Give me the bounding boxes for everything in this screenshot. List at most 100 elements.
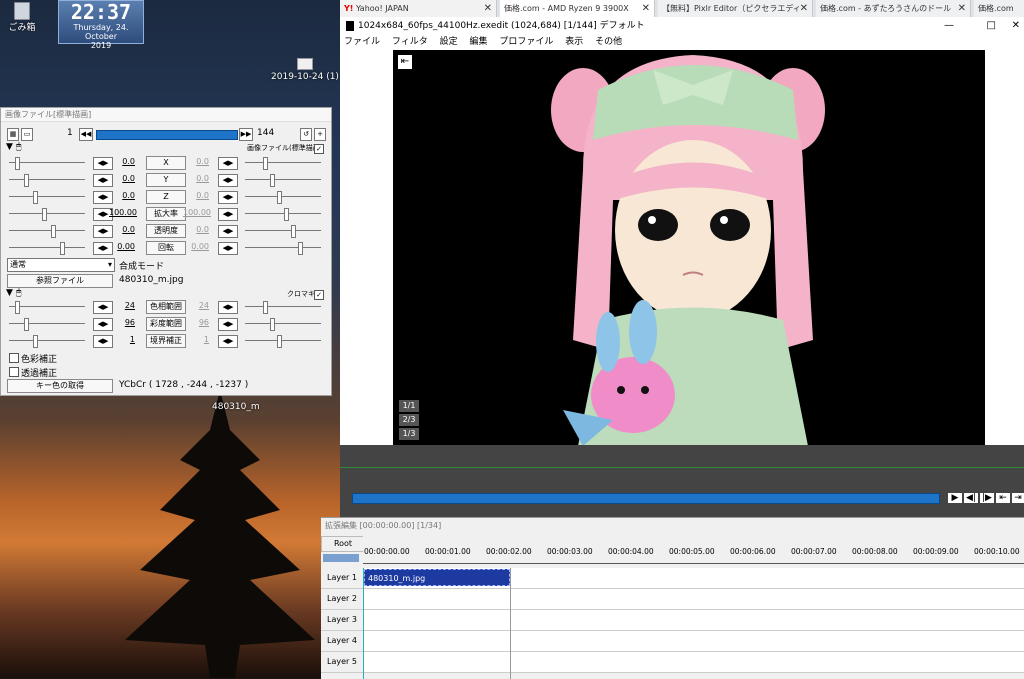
layer-label[interactable]: Layer 5 <box>321 652 363 673</box>
collapse-icon[interactable]: ▼ <box>6 142 13 152</box>
menu-filter[interactable]: フィルタ <box>392 37 428 47</box>
left-right-arrow-icon[interactable]: ◀▶ <box>218 174 238 187</box>
add-icon[interactable]: + <box>314 128 326 141</box>
menu-settings[interactable]: 設定 <box>440 37 458 47</box>
param-end-value[interactable]: 0.00 <box>183 242 209 251</box>
param-start-value[interactable]: 0.0 <box>109 191 135 200</box>
frame-marker[interactable]: 1/3 <box>399 428 419 440</box>
jump-end-icon[interactable]: ⇥ <box>1012 493 1024 503</box>
slider-knob[interactable] <box>270 318 275 331</box>
section-enable-checkbox[interactable]: ✓ <box>314 144 324 154</box>
timeline-clip[interactable]: 480310_m.jpg <box>364 569 510 586</box>
close-tab-icon[interactable]: ✕ <box>800 0 808 17</box>
param-slider-left[interactable] <box>9 340 85 341</box>
param-end-value[interactable]: 100.00 <box>183 208 211 217</box>
param-button[interactable]: 回転 <box>146 241 186 255</box>
param-slider-right[interactable] <box>245 323 321 324</box>
close-icon[interactable]: ✕ <box>1012 17 1020 35</box>
left-right-arrow-icon[interactable]: ◀▶ <box>218 242 238 255</box>
close-tab-icon[interactable]: ✕ <box>958 0 966 17</box>
root-button[interactable]: Root <box>321 536 365 552</box>
param-slider-right[interactable] <box>245 340 321 341</box>
param-end-value[interactable]: 96 <box>183 318 209 327</box>
layer-label[interactable]: Layer 4 <box>321 631 363 652</box>
param-slider-right[interactable] <box>245 230 321 231</box>
preview-canvas[interactable]: ⇤ 1/1 2/3 1/3 <box>393 50 985 446</box>
layer-track[interactable] <box>363 589 1024 610</box>
param-slider-right[interactable] <box>245 213 321 214</box>
left-right-arrow-icon[interactable]: ◀▶ <box>218 157 238 170</box>
slider-knob[interactable] <box>270 174 275 187</box>
forward-icon[interactable]: ▶▶ <box>239 128 253 141</box>
next-frame-icon[interactable]: |▶ <box>980 493 994 503</box>
slider-knob[interactable] <box>291 225 296 238</box>
trash-desktop-icon[interactable]: ごみ箱 <box>8 2 36 33</box>
param-button[interactable]: Y <box>146 173 186 187</box>
link-icon[interactable]: ↺ <box>300 128 312 141</box>
param-start-value[interactable]: 1 <box>109 335 135 344</box>
key-color-button[interactable]: キー色の取得 <box>7 379 113 393</box>
param-end-value[interactable]: 0.0 <box>183 174 209 183</box>
layer-track[interactable] <box>363 610 1024 631</box>
slider-knob[interactable] <box>15 301 20 314</box>
ref-file-button[interactable]: 参照ファイル <box>7 274 113 288</box>
layer-label[interactable]: Layer 2 <box>321 589 363 610</box>
folder-desktop-icon[interactable]: 2019-10-24 (1) <box>270 58 340 82</box>
param-start-value[interactable]: 24 <box>109 301 135 310</box>
rewind-icon[interactable]: ◀◀ <box>79 128 93 141</box>
back-to-start-icon[interactable]: ⇤ <box>397 54 413 70</box>
param-slider-left[interactable] <box>9 179 85 180</box>
close-tab-icon[interactable]: ✕ <box>642 0 650 17</box>
slider-knob[interactable] <box>277 335 282 348</box>
frame-marker[interactable]: 1/1 <box>399 400 419 412</box>
collapse-icon[interactable]: ▼ <box>6 288 13 298</box>
param-slider-left[interactable] <box>9 306 85 307</box>
jump-start-icon[interactable]: ⇤ <box>996 493 1010 503</box>
param-button[interactable]: 色相範囲 <box>146 300 186 314</box>
layer-track[interactable] <box>363 652 1024 673</box>
minimize-icon[interactable]: — <box>944 17 954 35</box>
layer-track[interactable] <box>363 631 1024 652</box>
slider-knob[interactable] <box>284 208 289 221</box>
playhead[interactable] <box>363 568 364 679</box>
layer-label[interactable]: Layer 3 <box>321 610 363 631</box>
left-right-arrow-icon[interactable]: ◀▶ <box>218 335 238 348</box>
slider-knob[interactable] <box>263 301 268 314</box>
prev-frame-icon[interactable]: ◀| <box>964 493 978 503</box>
left-right-arrow-icon[interactable]: ◀▶ <box>218 318 238 331</box>
browser-tab[interactable]: Y! Yahoo! JAPAN ✕ <box>340 0 497 17</box>
param-slider-left[interactable] <box>9 323 85 324</box>
browser-tab[interactable]: 【無料】Pixlr Editor（ピクセラエディ ✕ <box>658 0 813 17</box>
file-desktop-label[interactable]: 480310_m <box>212 402 260 412</box>
left-right-arrow-icon[interactable]: ◀▶ <box>218 301 238 314</box>
param-slider-left[interactable] <box>9 162 85 163</box>
param-end-value[interactable]: 0.0 <box>183 157 209 166</box>
left-right-arrow-icon[interactable]: ◀▶ <box>218 208 238 221</box>
param-slider-right[interactable] <box>245 162 321 163</box>
layer-label[interactable]: Layer 1 <box>321 568 363 589</box>
film-icon[interactable]: ▦ <box>7 128 19 141</box>
menu-profile[interactable]: プロファイル <box>499 37 553 47</box>
slider-knob[interactable] <box>60 242 65 255</box>
param-slider-right[interactable] <box>245 306 321 307</box>
menu-file[interactable]: ファイル <box>344 37 380 47</box>
slider-knob[interactable] <box>15 157 20 170</box>
param-slider-left[interactable] <box>9 213 85 214</box>
frame-slider[interactable] <box>96 130 238 140</box>
param-slider-left[interactable] <box>9 247 85 248</box>
param-button[interactable]: 拡大率 <box>146 207 186 221</box>
param-start-value[interactable]: 0.0 <box>109 174 135 183</box>
param-end-value[interactable]: 0.0 <box>183 225 209 234</box>
slider-knob[interactable] <box>263 157 268 170</box>
slider-knob[interactable] <box>277 191 282 204</box>
slider-knob[interactable] <box>42 208 47 221</box>
param-button[interactable]: 彩度範囲 <box>146 317 186 331</box>
slider-knob[interactable] <box>24 174 29 187</box>
browser-tab[interactable]: 価格.com - あずたろうさんのドール ✕ <box>816 0 971 17</box>
browser-tab[interactable]: 価格.com <box>974 0 1024 17</box>
param-end-value[interactable]: 24 <box>183 301 209 310</box>
left-right-arrow-icon[interactable]: ◀▶ <box>218 191 238 204</box>
slider-knob[interactable] <box>24 318 29 331</box>
param-start-value[interactable]: 0.0 <box>109 225 135 234</box>
slider-knob[interactable] <box>51 225 56 238</box>
